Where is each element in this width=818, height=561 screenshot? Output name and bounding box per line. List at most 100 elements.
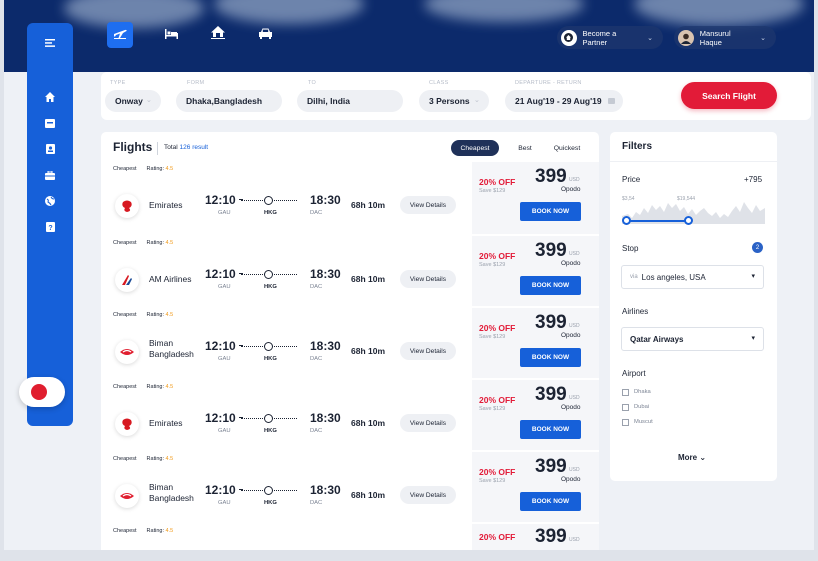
- tag-label: Cheapest: [113, 240, 137, 246]
- stop-count-badge: 2: [752, 242, 763, 253]
- stop-marker-icon: [264, 486, 273, 495]
- price-slider-min[interactable]: [622, 216, 631, 225]
- document-icon[interactable]: [43, 142, 57, 156]
- price-value: 399: [535, 456, 567, 477]
- row-tagline: Cheapest Rating: 4.5: [113, 240, 173, 246]
- airline-name: Emirates: [149, 200, 183, 210]
- home-icon[interactable]: [43, 90, 57, 104]
- caret-down-icon: ▾: [751, 335, 755, 342]
- view-details-button[interactable]: View Details: [400, 414, 456, 432]
- briefcase-icon[interactable]: [43, 168, 57, 182]
- airport-checkbox-dhaka[interactable]: [622, 389, 629, 396]
- more-filters-link[interactable]: More ⌄: [678, 453, 706, 462]
- sort-cheapest[interactable]: Cheapest: [451, 140, 499, 156]
- tag-label: Cheapest: [113, 456, 137, 462]
- vendor-name: Opodo: [561, 404, 581, 411]
- rating-value: 4.5: [165, 312, 174, 318]
- currency-label: USD: [569, 251, 580, 257]
- view-details-button[interactable]: View Details: [400, 196, 456, 214]
- airlines-select[interactable]: Qatar Airways ▾: [621, 327, 764, 351]
- airline-logo-icon: [115, 412, 139, 436]
- rating-value: 4.5: [165, 166, 174, 172]
- discount-label: 20% OFF: [479, 251, 516, 261]
- flight-duration: 68h 10m: [351, 346, 386, 356]
- tab-flight[interactable]: [107, 22, 133, 48]
- tab-home[interactable]: [205, 22, 231, 48]
- via-code: HKG: [264, 284, 277, 290]
- discount-label: 20% OFF: [479, 177, 516, 187]
- view-details-button[interactable]: View Details: [400, 270, 456, 288]
- to-field[interactable]: Dilhi, India: [297, 90, 403, 112]
- class-label: CLASS: [429, 80, 449, 86]
- savings-label: Save $129: [479, 478, 506, 484]
- airline-logo-icon: [115, 484, 139, 508]
- departure-time: 12:10: [205, 411, 236, 425]
- chevron-down-icon: ⌄: [699, 453, 707, 462]
- currency-label: USD: [569, 177, 580, 183]
- book-now-button[interactable]: BOOK NOW: [520, 420, 581, 439]
- book-now-button[interactable]: BOOK NOW: [520, 492, 581, 511]
- tab-car[interactable]: [252, 22, 278, 48]
- stop-select[interactable]: via Los angeles, USA ▾: [621, 265, 764, 289]
- rating-value: 4.5: [165, 384, 174, 390]
- currency-label: USD: [569, 467, 580, 473]
- book-now-button[interactable]: BOOK NOW: [520, 348, 581, 367]
- tag-label: Cheapest: [113, 166, 137, 172]
- airport-muscut-label: Muscut: [634, 419, 653, 425]
- more-label: More: [678, 453, 698, 462]
- departure-code: GAU: [218, 284, 231, 290]
- from-label: FORM: [187, 80, 205, 86]
- arrival-code: DAC: [310, 284, 323, 290]
- to-value: Dilhi, India: [307, 96, 350, 106]
- filters-panel: Filters Price +795 $3,54 $19,544 Stop 2 …: [610, 132, 777, 481]
- chevron-down-icon: ⌄: [760, 34, 766, 42]
- dates-value: 21 Aug'19 - 29 Aug'19: [515, 96, 602, 106]
- airport-checkbox-muscut[interactable]: [622, 419, 629, 426]
- book-now-button[interactable]: BOOK NOW: [520, 202, 581, 221]
- price-slider-max[interactable]: [684, 216, 693, 225]
- stop-marker-icon: [264, 196, 273, 205]
- price-label: Price: [622, 175, 641, 184]
- via-code: HKG: [264, 428, 277, 434]
- price-value: 399: [535, 166, 567, 187]
- row-tagline: Cheapest Rating: 4.5: [113, 528, 173, 534]
- globe-icon[interactable]: [43, 194, 57, 208]
- currency-label: USD: [569, 323, 580, 329]
- view-details-button[interactable]: View Details: [400, 486, 456, 504]
- avatar: [678, 29, 694, 46]
- savings-label: Save $129: [479, 188, 506, 194]
- departure-code: GAU: [218, 356, 231, 362]
- search-flight-button[interactable]: Search Flight: [681, 82, 777, 109]
- inbox-icon[interactable]: [43, 116, 57, 130]
- sort-quickest[interactable]: Quickest: [547, 140, 587, 156]
- price-range-track: [626, 220, 688, 222]
- sidebar-toggle[interactable]: [19, 377, 65, 407]
- airport-dubai-label: Dubai: [634, 404, 650, 410]
- stop-marker-icon: [264, 414, 273, 423]
- discount-label: 20% OFF: [479, 467, 516, 477]
- become-partner-button[interactable]: Become a Partner ⌄: [557, 26, 663, 49]
- help-icon[interactable]: ?: [43, 220, 57, 234]
- from-field[interactable]: Dhaka,Bangladesh: [176, 90, 282, 112]
- type-select[interactable]: Onway ⌄: [105, 90, 161, 112]
- departure-code: GAU: [218, 500, 231, 506]
- calendar-icon: [608, 97, 615, 104]
- vendor-name: Opodo: [561, 332, 581, 339]
- filters-divider: [610, 161, 777, 162]
- airport-label: Airport: [622, 369, 646, 378]
- tab-hotel[interactable]: [158, 22, 184, 48]
- dates-field[interactable]: 21 Aug'19 - 29 Aug'19: [505, 90, 623, 112]
- stop-value: Los angeles, USA: [641, 272, 706, 282]
- arrival-time: 18:30: [310, 411, 341, 425]
- partner-home-icon: [561, 29, 577, 46]
- user-menu[interactable]: Mansurul Haque ⌄: [674, 26, 776, 49]
- airline-name: AM Airlines: [149, 274, 192, 284]
- airport-checkbox-dubai[interactable]: [622, 404, 629, 411]
- view-details-button[interactable]: View Details: [400, 342, 456, 360]
- sort-best[interactable]: Best: [510, 140, 540, 156]
- menu-icon[interactable]: [43, 36, 57, 50]
- discount-label: 20% OFF: [479, 395, 516, 405]
- book-now-button[interactable]: BOOK NOW: [520, 276, 581, 295]
- class-select[interactable]: 3 Persons ⌄: [419, 90, 489, 112]
- flight-icon: [113, 26, 127, 44]
